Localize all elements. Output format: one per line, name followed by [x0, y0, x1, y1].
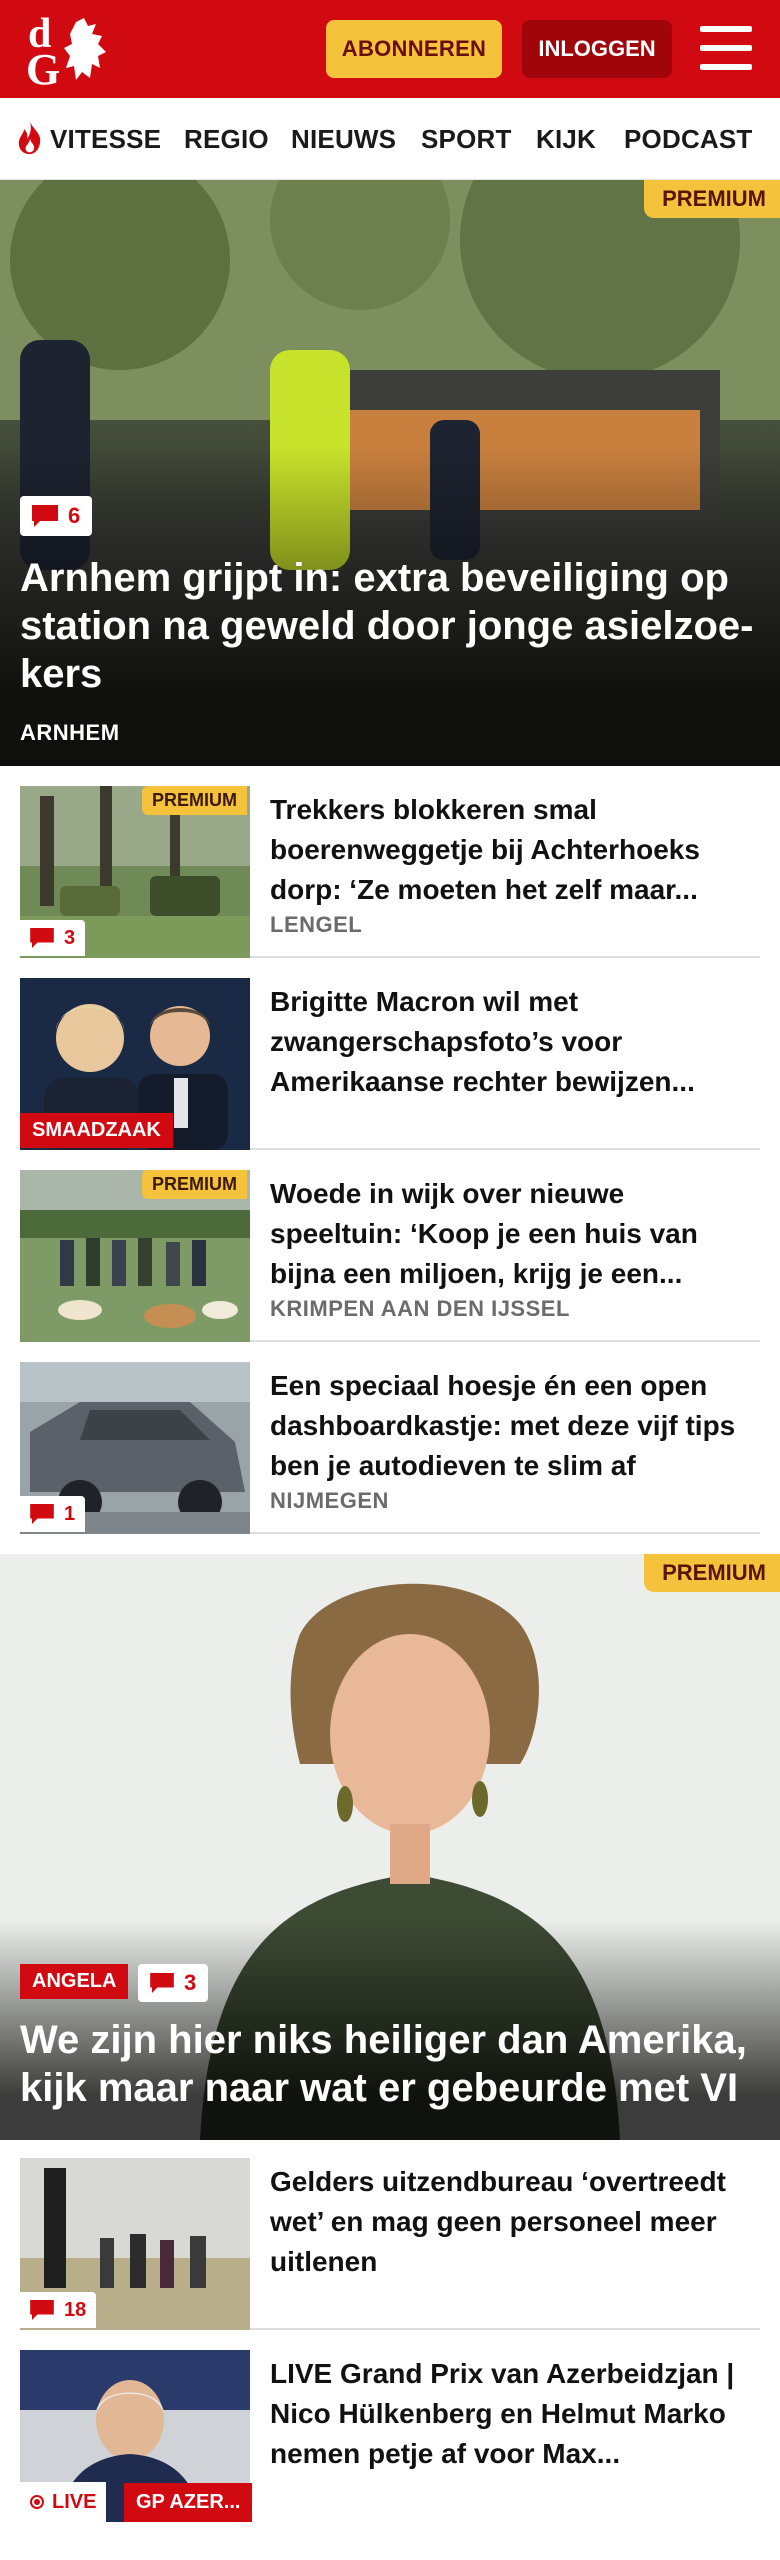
category-tag[interactable]: GP AZER... [124, 2483, 253, 2522]
nav-item-podcast[interactable]: PODCAST [624, 124, 753, 155]
list-item[interactable]: PREMIUM Woede in wijk over nieuwe speelt… [20, 1170, 760, 1342]
logo-letter-g: G [26, 45, 61, 94]
horse-emblem-icon [64, 18, 106, 80]
comment-count-badge[interactable]: 1 [20, 1496, 86, 1532]
comment-count: 18 [64, 2298, 87, 2321]
category-tag[interactable]: ANGELA [20, 1964, 129, 1999]
comment-count: 1 [64, 1502, 76, 1525]
premium-badge: PREMIUM [644, 1554, 780, 1592]
premium-badge: PREMIUM [644, 180, 780, 218]
premium-badge: PREMIUM [142, 786, 247, 815]
category-tag[interactable]: SMAADZAAK [20, 1113, 173, 1148]
menu-icon[interactable] [700, 26, 752, 70]
feature-title[interactable]: We zijn hier niks heiliger dan Amerika, … [20, 2016, 780, 2112]
comment-count: 6 [68, 503, 81, 528]
live-badge: LIVE [20, 2482, 107, 2522]
login-button[interactable]: INLOGGEN [522, 20, 672, 78]
article-title[interactable]: Trekkers blokkeren smal boerenweggetje b… [270, 790, 760, 910]
nav-item-nieuws[interactable]: NIEUWS [291, 124, 396, 155]
list-item[interactable]: SMAADZAAK Brigitte Macron wil met zwange… [20, 978, 760, 1150]
article-title[interactable]: Een speciaal hoesje én een open dashboar… [270, 1366, 760, 1486]
feature-article[interactable]: PREMIUM ANGELA 3 We zijn hier niks heili… [0, 1554, 780, 2140]
comment-count-badge[interactable]: 18 [20, 2292, 97, 2328]
comment-count: 3 [64, 926, 76, 949]
comment-count-badge[interactable]: 3 [20, 920, 86, 956]
list-item[interactable]: PREMIUM 3 Trekkers blokkeren smal boeren… [20, 786, 760, 958]
feature-title-text: We zijn hier niks heiliger dan Amerika, … [20, 2018, 747, 2110]
main-nav: VITESSE REGIO NIEUWS SPORT KIJK PODCAST [0, 98, 780, 180]
article-title[interactable]: LIVE Grand Prix van Azerbeidzjan | Nico … [270, 2354, 760, 2474]
nav-item-regio[interactable]: REGIO [184, 124, 269, 155]
list-item[interactable]: 18 Gelders uitzendbureau ‘overtreedt wet… [20, 2158, 760, 2330]
article-location: KRIMPEN AAN DEN IJSSEL [270, 1296, 570, 1321]
comment-count: 3 [184, 1970, 197, 1995]
list-item[interactable]: 1 Een speciaal hoesje én een open dashbo… [20, 1362, 760, 1534]
comment-count-badge[interactable]: 3 [138, 1964, 209, 2002]
article-location: NIJMEGEN [270, 1488, 389, 1513]
hero-location: ARNHEM [20, 720, 120, 745]
comment-count-badge[interactable]: 6 [20, 496, 93, 536]
comment-icon [150, 1973, 174, 1993]
live-dot-icon [30, 2495, 44, 2509]
live-label: LIVE [52, 2490, 97, 2513]
nav-item-sport[interactable]: SPORT [421, 124, 512, 155]
hero-title[interactable]: Arnhem grijpt in: extra beveiliging op s… [20, 554, 765, 698]
comment-icon [30, 928, 54, 948]
hero-article[interactable]: PREMIUM 6 Arnhem grijpt in: extra beveil… [0, 180, 780, 766]
premium-badge: PREMIUM [142, 1170, 247, 1199]
article-title[interactable]: Woede in wijk over nieuwe speeltuin: ‘Ko… [270, 1174, 760, 1294]
article-title[interactable]: Brigitte Macron wil met zwangerschapsfot… [270, 982, 760, 1102]
article-title[interactable]: Gelders uitzendbureau ‘overtreedt wet’ e… [270, 2162, 760, 2282]
comment-icon [32, 505, 58, 527]
subscribe-button[interactable]: ABONNEREN [326, 20, 502, 78]
article-location: LENGEL [270, 912, 363, 937]
comment-icon [30, 2300, 54, 2320]
nav-item-kijk[interactable]: KIJK [536, 124, 596, 155]
site-header: d G ABONNEREN INLOGGEN [0, 0, 780, 98]
flame-icon [18, 121, 41, 155]
list-item[interactable]: LIVE GP AZER... LIVE Grand Prix van Azer… [20, 2350, 760, 2522]
comment-icon [30, 1504, 54, 1524]
site-logo[interactable]: d G [22, 10, 118, 94]
nav-item-vitesse[interactable]: VITESSE [50, 124, 161, 155]
